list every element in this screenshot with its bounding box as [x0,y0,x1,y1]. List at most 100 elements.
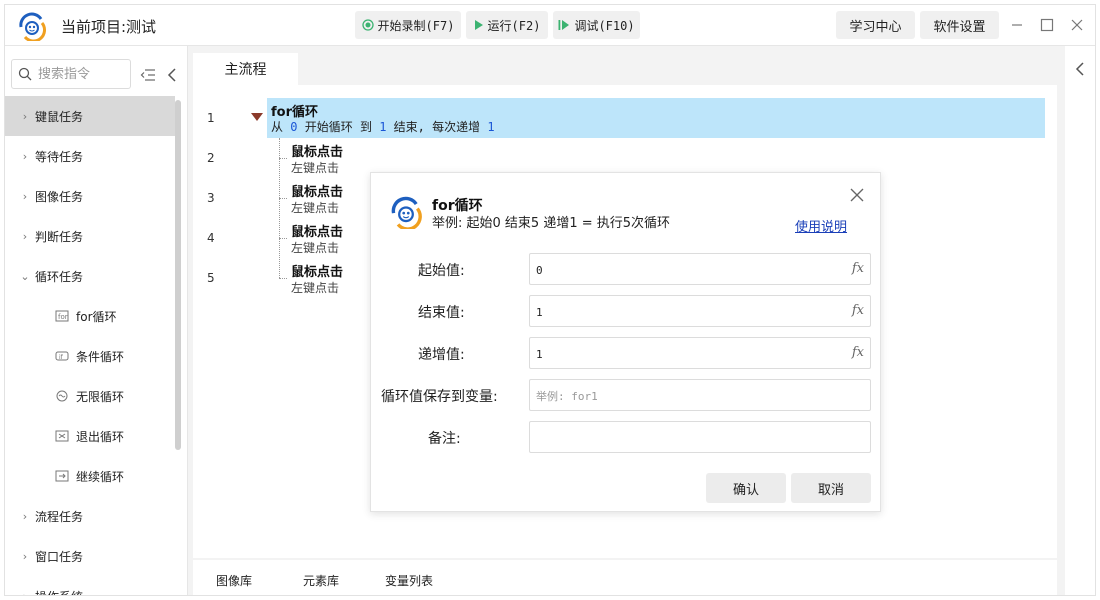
start-value: 0 [290,120,298,134]
category-label: 图像任务 [35,189,84,204]
start-value-field[interactable]: fx [529,253,871,285]
sidebar-scrollbar[interactable] [175,100,181,450]
start-record-label: 开始录制(F7) [377,18,455,33]
step-title: 鼠标点击 [291,225,344,240]
step-description: 左键点击 [291,281,340,295]
maximize-icon[interactable] [1035,13,1059,37]
tab-label: 主流程 [224,62,267,78]
end-value-label: 结束值: [418,305,465,321]
tree-connector [279,278,287,279]
note-label: 备注: [428,431,461,447]
category-label: 流程任务 [35,509,84,524]
debug-label: 调试(F10) [574,18,635,33]
exit-loop-icon [55,429,69,443]
note-field[interactable] [529,421,871,453]
note-input[interactable] [534,428,838,448]
collapse-triangle-icon[interactable] [251,113,263,121]
category-judge[interactable]: › 判断任务 [5,216,175,256]
debug-button[interactable]: 调试(F10) [553,11,640,39]
minimize-icon[interactable] [1005,13,1029,37]
command-infinite-loop[interactable]: 无限循环 [5,376,175,416]
step-title: 鼠标点击 [291,185,344,200]
mouse-click-step[interactable]: 鼠标点击 左键点击 [291,261,343,296]
mouse-click-step[interactable]: 鼠标点击 左键点击 [291,221,343,256]
command-exit-loop[interactable]: 退出循环 [5,416,175,456]
cancel-label: 取消 [817,482,844,498]
help-link[interactable]: 使用说明 [795,216,847,235]
category-label: 窗口任务 [35,549,84,564]
category-label: 循环任务 [35,269,84,284]
project-title: 当前项目:测试 [61,18,157,36]
category-image[interactable]: › 图像任务 [5,176,175,216]
step-value: 1 [487,120,495,134]
dialog-subtitle: 举例: 起始0 结束5 递增1 = 执行5次循环 [432,216,671,231]
confirm-label: 确认 [732,482,759,498]
start-value-input[interactable] [534,260,838,280]
desc-text: 从 [271,120,284,134]
mouse-click-step[interactable]: 鼠标点击 左键点击 [291,141,343,176]
command-for-loop[interactable]: for for循环 [5,296,175,336]
save-variable-input[interactable] [534,386,838,406]
learning-center-button[interactable]: 学习中心 [836,11,915,39]
close-window-icon[interactable] [1065,13,1089,37]
fx-icon[interactable]: fx [852,303,864,318]
step-description: 左键点击 [291,241,340,255]
svg-text:for: for [58,313,68,321]
category-label: 判断任务 [35,229,84,244]
step-value-label: 递增值: [418,347,465,363]
right-panel [1065,46,1095,595]
tab-main-flow[interactable]: 主流程 [193,53,298,85]
hide-sidebar-icon[interactable] [163,66,181,84]
mouse-click-step[interactable]: 鼠标点击 左键点击 [291,181,343,216]
debug-icon [558,19,570,31]
category-label: 操作系统 [35,588,83,596]
tab-image-library[interactable]: 图像库 [216,572,252,589]
command-search [11,59,131,89]
expand-panel-icon[interactable] [1075,62,1085,80]
category-label: 等待任务 [35,149,84,164]
collapse-all-icon[interactable] [139,66,157,84]
category-window[interactable]: › 窗口任务 [5,536,175,576]
fx-icon[interactable]: fx [852,261,864,276]
end-value-input[interactable] [534,302,838,322]
close-icon[interactable] [847,185,867,205]
step-description: 从 0 开始循环 到 1 结束, 每次递增 1 [271,118,495,135]
chevron-right-icon: › [22,589,28,596]
command-label: for循环 [76,309,117,324]
bottom-panel-tabs: 图像库 元素库 变量列表 [193,560,1057,595]
search-input[interactable] [36,65,124,83]
tab-variable-list[interactable]: 变量列表 [385,572,433,589]
chevron-right-icon: › [22,509,28,523]
fx-icon[interactable]: fx [852,345,864,360]
line-number: 5 [207,271,215,285]
confirm-button[interactable]: 确认 [706,473,786,503]
category-wait[interactable]: › 等待任务 [5,136,175,176]
step-value-field[interactable]: fx [529,337,871,369]
tab-element-library[interactable]: 元素库 [303,572,339,589]
save-variable-field[interactable] [529,379,871,411]
step-value-input[interactable] [534,344,838,364]
software-settings-button[interactable]: 软件设置 [920,11,999,39]
line-number: 4 [207,231,215,245]
line-number: 1 [207,111,215,125]
category-mouse-keyboard[interactable]: › 键鼠任务 [5,96,175,136]
command-label: 继续循环 [76,469,125,484]
category-os[interactable]: › 操作系统 [5,576,175,596]
start-value-label: 起始值: [418,263,465,279]
run-button[interactable]: 运行(F2) [466,11,548,39]
command-condition-loop[interactable]: if 条件循环 [5,336,175,376]
cancel-button[interactable]: 取消 [791,473,871,503]
command-continue-loop[interactable]: 继续循环 [5,456,175,496]
category-loop[interactable]: ⌄ 循环任务 [5,256,175,296]
title-bar: 当前项目:测试 开始录制(F7) 运行(F2) 调试(F10) 学习中心 软件设… [5,5,1095,46]
for-loop-icon: for [55,309,69,323]
for-loop-step[interactable]: for循环 从 0 开始循环 到 1 结束, 每次递增 1 [267,98,1045,138]
tab-strip [298,53,1057,85]
start-record-button[interactable]: 开始录制(F7) [355,11,461,39]
category-flow[interactable]: › 流程任务 [5,496,175,536]
desc-text: 结束, 每次递增 [393,120,481,134]
step-description: 左键点击 [291,201,340,215]
category-label: 键鼠任务 [35,109,84,124]
chevron-right-icon: › [22,109,28,123]
end-value-field[interactable]: fx [529,295,871,327]
